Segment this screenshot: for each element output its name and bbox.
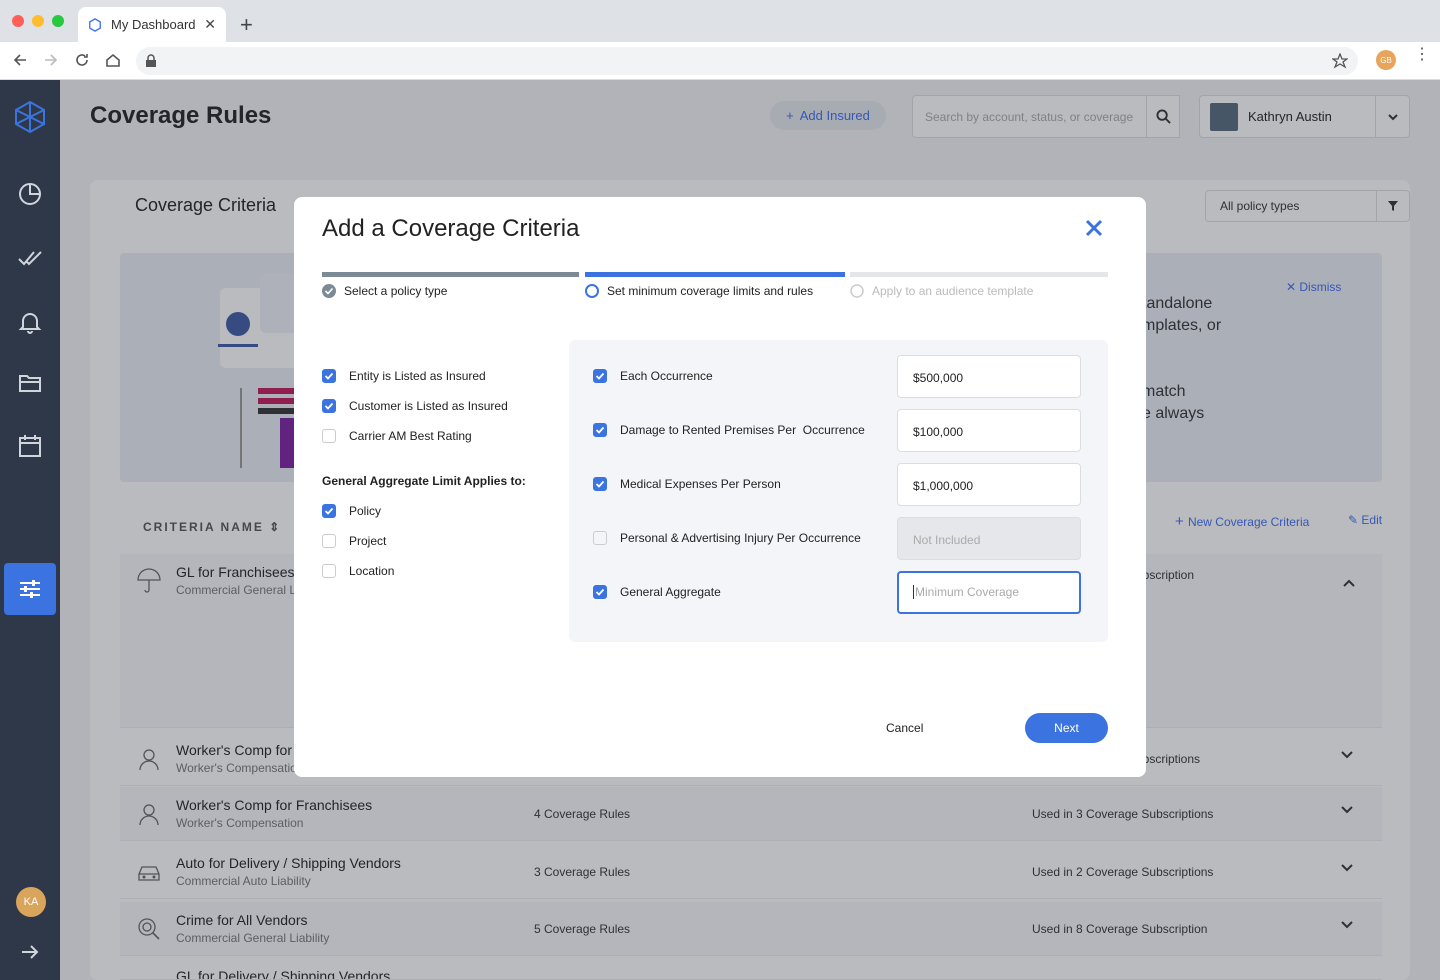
checkbox-checked-icon[interactable] — [593, 477, 607, 491]
step-progress-3 — [850, 272, 1108, 277]
limit-damage-rented-premises[interactable]: Damage to Rented Premises Per Occurrence — [593, 423, 865, 437]
browser-tab[interactable]: My Dashboard ✕ — [78, 7, 226, 42]
limit-label: Medical Expenses Per Person — [620, 477, 781, 491]
checkbox-label: Customer is Listed as Insured — [349, 399, 508, 413]
checkbox-unchecked-icon[interactable] — [322, 429, 336, 443]
app-logo-icon — [89, 17, 101, 32]
folder-icon[interactable] — [17, 370, 43, 396]
limit-each-occurrence[interactable]: Each Occurrence — [593, 369, 713, 383]
calendar-icon[interactable] — [17, 433, 43, 459]
step-3-label: Apply to an audience template — [872, 284, 1034, 298]
limit-label: Damage to Rented Premises Per Occurrence — [620, 423, 865, 437]
lock-icon — [146, 54, 156, 67]
checkbox-policy[interactable]: Policy — [322, 504, 381, 518]
checkbox-checked-icon[interactable] — [593, 585, 607, 599]
checkbox-label: Entity is Listed as Insured — [349, 369, 486, 383]
checkbox-unchecked-icon[interactable] — [593, 531, 607, 545]
close-icon[interactable] — [1083, 217, 1105, 239]
each-occurrence-input[interactable]: $500,000 — [897, 355, 1081, 398]
bookmark-star-icon[interactable] — [1332, 53, 1348, 69]
checkbox-label: Policy — [349, 504, 382, 518]
double-check-icon[interactable] — [17, 245, 43, 271]
limit-label: Personal & Advertising Injury Per Occurr… — [620, 531, 861, 545]
checkbox-label: Project — [349, 534, 387, 548]
url-bar[interactable] — [136, 47, 1358, 75]
dashboard-pie-icon[interactable] — [17, 181, 43, 207]
checkbox-checked-icon[interactable] — [593, 369, 607, 383]
checkbox-checked-icon[interactable] — [322, 504, 336, 518]
limit-general-aggregate[interactable]: General Aggregate — [593, 585, 721, 599]
close-window-button[interactable] — [12, 15, 24, 27]
checkbox-checked-icon[interactable] — [593, 423, 607, 437]
checkbox-label: Location — [349, 564, 395, 578]
step-3[interactable]: Apply to an audience template — [850, 284, 1033, 298]
add-coverage-criteria-modal: Add a Coverage Criteria Select a policy … — [294, 197, 1146, 777]
radio-inactive-icon — [850, 284, 864, 298]
medical-expenses-input[interactable]: $1,000,000 — [897, 463, 1081, 506]
sliders-icon — [20, 580, 40, 598]
general-aggregate-placeholder: Minimum Coverage — [913, 585, 1020, 599]
step-1[interactable]: Select a policy type — [322, 284, 447, 298]
reload-icon[interactable] — [73, 51, 91, 69]
app-logo-icon[interactable] — [13, 100, 47, 134]
checkbox-location[interactable]: Location — [322, 564, 394, 578]
close-tab-icon[interactable]: ✕ — [204, 16, 216, 33]
modal-title: Add a Coverage Criteria — [322, 215, 580, 242]
limit-medical-expenses[interactable]: Medical Expenses Per Person — [593, 477, 781, 491]
step-progress-2 — [585, 272, 845, 277]
limit-label: General Aggregate — [620, 585, 721, 599]
minimize-window-button[interactable] — [32, 15, 44, 27]
browser-menu-icon[interactable]: ⋮ — [1414, 47, 1430, 63]
aggregate-heading: General Aggregate Limit Applies to: — [322, 474, 526, 488]
checkbox-entity-insured[interactable]: Entity is Listed as Insured — [322, 369, 486, 383]
user-avatar[interactable]: KA — [16, 887, 46, 917]
step-1-label: Select a policy type — [344, 284, 448, 298]
limit-personal-advertising-injury[interactable]: Personal & Advertising Injury Per Occurr… — [593, 531, 861, 545]
back-icon[interactable] — [11, 51, 29, 69]
checkbox-project[interactable]: Project — [322, 534, 386, 548]
sidebar: KA — [0, 80, 60, 980]
step-2-label: Set minimum coverage limits and rules — [607, 284, 814, 298]
cancel-button[interactable]: Cancel — [886, 721, 923, 735]
next-button[interactable]: Next — [1025, 713, 1108, 743]
radio-active-icon — [585, 284, 599, 298]
general-aggregate-input[interactable]: Minimum Coverage — [897, 571, 1081, 614]
checkbox-unchecked-icon[interactable] — [322, 564, 336, 578]
step-2[interactable]: Set minimum coverage limits and rules — [585, 284, 813, 298]
checkbox-am-best-rating[interactable]: Carrier AM Best Rating — [322, 429, 472, 443]
step-progress-1 — [322, 272, 579, 277]
personal-advertising-injury-input: Not Included — [897, 517, 1081, 560]
checkbox-customer-insured[interactable]: Customer is Listed as Insured — [322, 399, 508, 413]
forward-icon[interactable] — [42, 51, 60, 69]
limit-label: Each Occurrence — [620, 369, 713, 383]
checkbox-label: Carrier AM Best Rating — [349, 429, 472, 443]
damage-rented-premises-input[interactable]: $100,000 — [897, 409, 1081, 452]
checkbox-checked-icon[interactable] — [322, 369, 336, 383]
checkbox-checked-icon[interactable] — [322, 399, 336, 413]
expand-arrow-icon[interactable] — [20, 942, 40, 962]
coverage-limits-panel: Each Occurrence $500,000 Damage to Rente… — [569, 340, 1108, 642]
tab-title: My Dashboard — [111, 17, 196, 32]
new-tab-icon[interactable]: + — [240, 12, 253, 38]
home-icon[interactable] — [104, 51, 122, 69]
maximize-window-button[interactable] — [52, 15, 64, 27]
check-circle-icon — [322, 284, 336, 298]
profile-avatar[interactable]: GB — [1376, 50, 1396, 70]
address-bar-area: GB ⋮ — [0, 42, 1440, 80]
bell-icon[interactable] — [17, 309, 43, 335]
checkbox-unchecked-icon[interactable] — [322, 534, 336, 548]
sidebar-item-coverage-rules[interactable] — [4, 563, 56, 615]
